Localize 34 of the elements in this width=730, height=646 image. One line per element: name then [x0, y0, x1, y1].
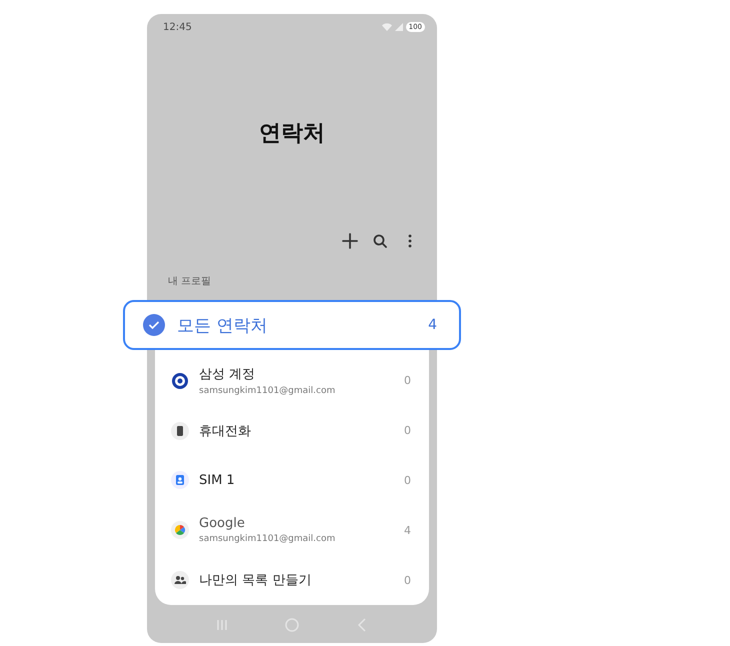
- account-row[interactable]: 휴대전화 0: [155, 406, 429, 456]
- sim-icon: [171, 471, 189, 490]
- signal-icon: [394, 23, 403, 31]
- google-icon: [171, 521, 189, 540]
- account-row[interactable]: SIM 1 0: [155, 456, 429, 506]
- phone-icon: [171, 422, 189, 440]
- group-icon: [171, 571, 189, 590]
- search-icon[interactable]: [373, 234, 387, 248]
- add-icon[interactable]: [342, 233, 358, 249]
- account-row[interactable]: Google samsungkim1101@gmail.com 4: [155, 505, 429, 556]
- account-count: 0: [404, 574, 411, 587]
- page-title: 연락처: [258, 120, 326, 148]
- account-icon: [171, 372, 189, 390]
- account-row[interactable]: 나만의 목록 만들기 0: [155, 555, 429, 605]
- item-count: 4: [428, 317, 437, 333]
- account-row[interactable]: 삼성 계정 samsungkim1101@gmail.com 0: [155, 356, 429, 406]
- account-name: 휴대전화: [199, 422, 252, 440]
- account-count: 0: [404, 374, 411, 388]
- account-email: samsungkim1101@gmail.com: [199, 534, 336, 544]
- account-email: samsungkim1101@gmail.com: [199, 386, 336, 396]
- wifi-icon: [382, 23, 392, 31]
- all-contacts-item[interactable]: 모든 연락처 4: [123, 300, 461, 350]
- item-label: 모든 연락처: [177, 314, 268, 336]
- more-icon[interactable]: [408, 234, 412, 248]
- account-count: 4: [404, 524, 411, 537]
- account-name: 나만의 목록 만들기: [199, 572, 312, 590]
- section-label: 내 프로필: [168, 275, 212, 289]
- account-count: 0: [404, 474, 411, 487]
- account-count: 0: [404, 424, 411, 438]
- status-time: 12:45: [163, 22, 192, 32]
- check-icon: [143, 314, 165, 336]
- account-name: 삼성 계정: [199, 366, 256, 384]
- account-name: Google: [199, 516, 246, 532]
- account-name: SIM 1: [199, 472, 236, 488]
